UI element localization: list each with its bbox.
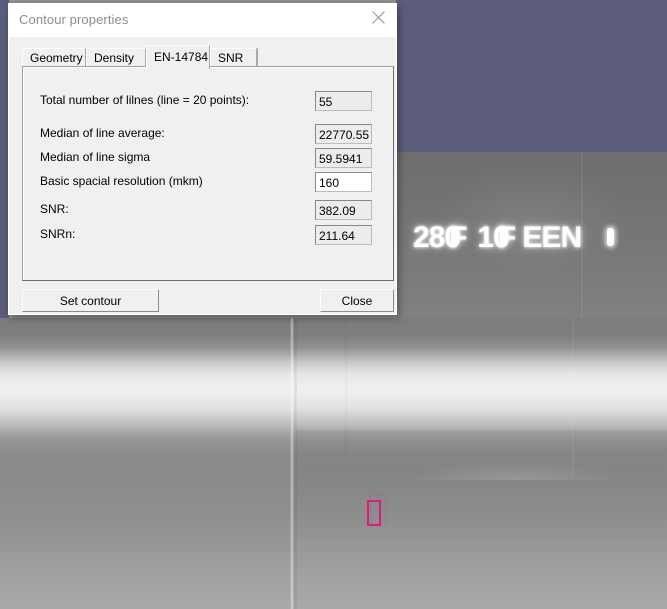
label-snr: SNR:: [40, 202, 69, 216]
tab-snr[interactable]: SNR: [210, 48, 257, 68]
form-row-median-average: Median of line average:: [23, 124, 393, 145]
input-median-average[interactable]: [315, 124, 372, 144]
en-14784-panel: Total number of lilnes (line = 20 points…: [22, 66, 394, 281]
radiograph-marker-dot: [607, 228, 614, 246]
form-row-median-sigma: Median of line sigma: [23, 148, 393, 169]
label-median-average: Median of line average:: [40, 126, 165, 140]
tab-strip-end-divider: [257, 48, 258, 68]
close-x-icon[interactable]: [363, 4, 393, 30]
tab-density[interactable]: Density: [86, 48, 146, 68]
dialog-title: Contour properties: [19, 12, 129, 27]
marker-text-d: F EEN: [497, 221, 582, 254]
form-row-snr: SNR:: [23, 200, 393, 221]
radiograph-faint-line-right: [572, 318, 574, 478]
label-basic-spatial-resolution: Basic spacial resolution (mkm): [40, 174, 203, 188]
dialog-titlebar[interactable]: Contour properties: [9, 4, 396, 37]
contour-properties-dialog: Contour properties Geometry Density EN-1…: [8, 3, 397, 315]
form-row-total-lines: Total number of lilnes (line = 20 points…: [23, 91, 393, 112]
screen-root: 280F 10F EEN Contour properties Geometry …: [0, 0, 667, 609]
label-median-sigma: Median of line sigma: [40, 150, 151, 164]
radiograph-lead-markers: 280F 10F EEN: [413, 223, 592, 253]
form-row-basic-spatial-resolution: Basic spacial resolution (mkm): [23, 172, 393, 193]
set-contour-button[interactable]: Set contour: [22, 289, 159, 312]
tab-geometry[interactable]: Geometry: [22, 48, 86, 68]
tab-strip: Geometry Density EN-14784 SNR: [22, 45, 384, 69]
label-snrn: SNRn:: [40, 227, 76, 241]
input-total-lines[interactable]: [315, 91, 372, 111]
contour-roi-rectangle[interactable]: [367, 500, 381, 526]
close-button[interactable]: Close: [320, 289, 394, 312]
radiograph-faint-line-mid: [345, 318, 347, 458]
input-snr[interactable]: [315, 200, 372, 220]
input-basic-spatial-resolution[interactable]: [315, 172, 372, 192]
tab-en-14784[interactable]: EN-14784: [146, 45, 210, 69]
input-median-sigma[interactable]: [315, 148, 372, 168]
desktop-background: [396, 0, 667, 152]
radiograph-panel-seam-shadow: [294, 318, 297, 609]
label-total-lines: Total number of lilnes (line = 20 points…: [40, 93, 250, 107]
form-row-snrn: SNRn:: [23, 225, 393, 246]
radiograph-right-highlight: [415, 440, 665, 480]
input-snrn[interactable]: [315, 225, 372, 245]
marker-text-b: F: [449, 221, 467, 254]
